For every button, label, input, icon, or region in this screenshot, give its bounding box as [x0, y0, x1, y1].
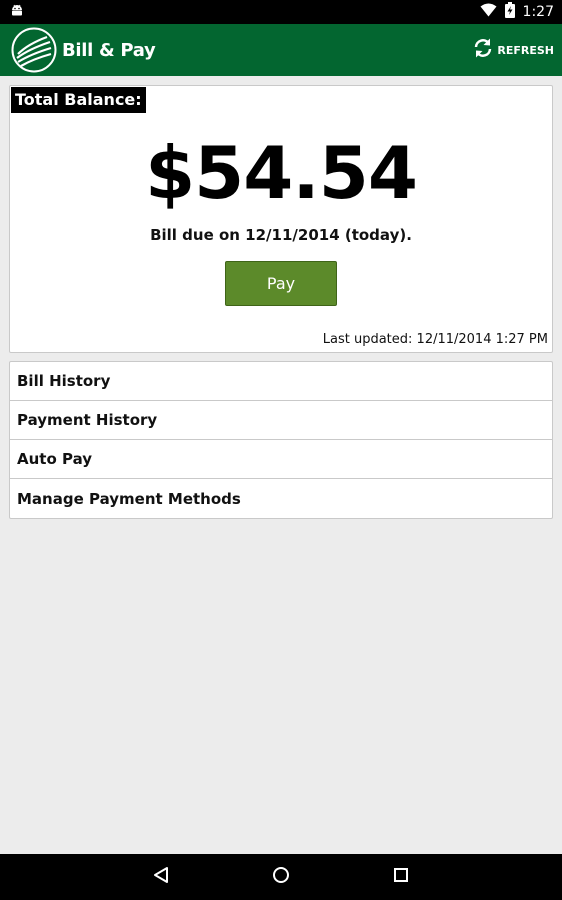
total-balance-label: Total Balance: — [11, 87, 146, 113]
refresh-label: REFRESH — [497, 43, 554, 57]
action-bar: Bill & Pay REFRESH — [0, 24, 562, 76]
refresh-icon — [472, 37, 494, 64]
recents-icon — [393, 867, 409, 888]
back-icon — [152, 866, 170, 889]
menu-list: Bill History Payment History Auto Pay Ma… — [9, 361, 553, 519]
home-icon — [272, 866, 290, 889]
battery-charging-icon — [504, 1, 515, 23]
menu-item-payment-history[interactable]: Payment History — [10, 401, 552, 440]
menu-item-auto-pay[interactable]: Auto Pay — [10, 440, 552, 479]
status-bar: 1:27 — [0, 0, 562, 24]
bill-due-text: Bill due on 12/11/2014 (today). — [150, 226, 412, 244]
last-updated-text: Last updated: 12/11/2014 1:27 PM — [322, 332, 548, 347]
recents-button[interactable] — [341, 854, 461, 900]
menu-item-bill-history[interactable]: Bill History — [10, 362, 552, 401]
status-time: 1:27 — [522, 4, 554, 20]
status-icons: 1:27 — [480, 1, 554, 23]
android-debug-icon — [10, 3, 24, 22]
app-title: Bill & Pay — [62, 39, 156, 61]
refresh-button[interactable]: REFRESH — [472, 33, 554, 68]
wifi-icon — [480, 3, 497, 22]
balance-card: Total Balance: $54.54 Bill due on 12/11/… — [9, 85, 553, 353]
balance-amount: $54.54 — [145, 131, 418, 215]
co-op-logo-icon[interactable] — [11, 27, 57, 73]
back-button[interactable] — [101, 854, 221, 900]
menu-item-manage-payment-methods[interactable]: Manage Payment Methods — [10, 479, 552, 518]
pay-button[interactable]: Pay — [225, 261, 337, 306]
home-button[interactable] — [221, 854, 341, 900]
navigation-bar — [0, 854, 562, 900]
content-area: Total Balance: $54.54 Bill due on 12/11/… — [0, 76, 562, 854]
app-root: 1:27 Bill & Pay REFRESH Total Balance: $… — [0, 0, 562, 900]
